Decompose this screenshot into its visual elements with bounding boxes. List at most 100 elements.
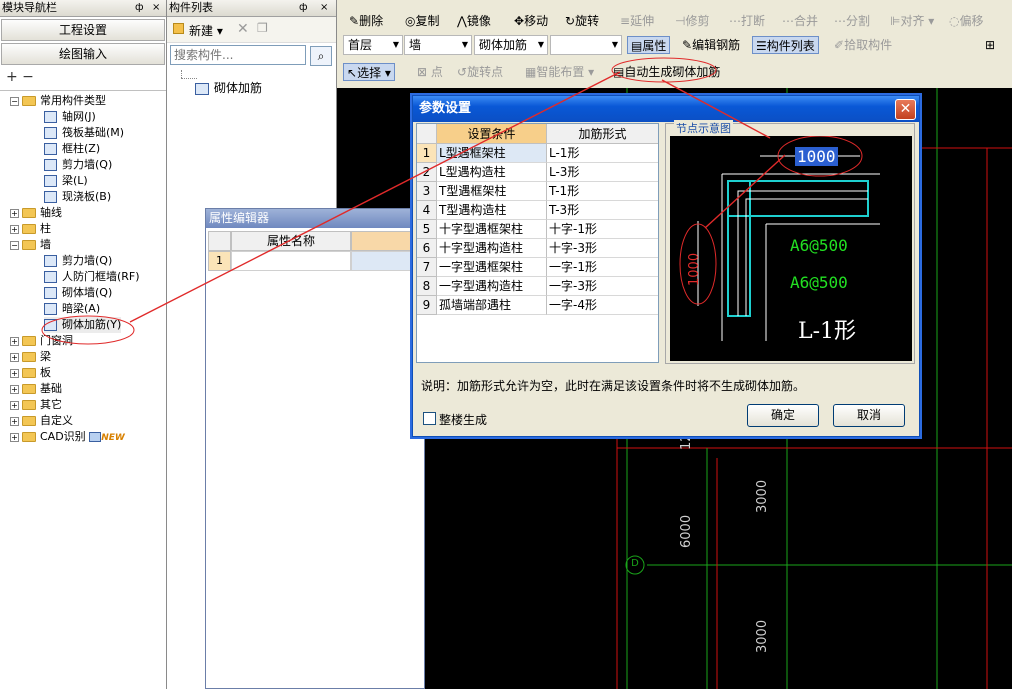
- extend-button[interactable]: ≡延伸: [620, 12, 654, 30]
- form-cell[interactable]: 一字-4形: [547, 296, 658, 315]
- condition-cell[interactable]: 十字型遇构造柱: [437, 239, 547, 258]
- tree-folder-17[interactable]: + 板: [10, 365, 51, 381]
- form-cell[interactable]: T-1形: [547, 182, 658, 201]
- settings-row[interactable]: 8 一字型遇构造柱 一字-3形: [417, 277, 658, 296]
- properties-button[interactable]: ▤属性: [627, 36, 671, 54]
- expand-icon[interactable]: +: [10, 416, 19, 426]
- condition-cell[interactable]: T型遇框架柱: [437, 182, 547, 201]
- point-button[interactable]: ⊠ 点: [417, 63, 443, 81]
- delete-button[interactable]: ✎删除: [349, 12, 383, 30]
- condition-cell[interactable]: 孤墙端部遇柱: [437, 296, 547, 315]
- form-cell[interactable]: 十字-1形: [547, 220, 658, 239]
- copy-icon[interactable]: ❐: [257, 21, 268, 35]
- settings-row[interactable]: 4 T型遇构造柱 T-3形: [417, 201, 658, 220]
- tree-item-1[interactable]: 轴网(J): [44, 109, 96, 125]
- select-button[interactable]: ↖选择 ▾: [343, 63, 395, 81]
- settings-row[interactable]: 1 L型遇框架柱 L-1形: [417, 144, 658, 163]
- tree-folder-20[interactable]: + 自定义: [10, 413, 73, 429]
- vertical-dimension[interactable]: 1000: [687, 253, 702, 286]
- component-list-item[interactable]: 砌体加筋: [195, 79, 262, 96]
- form-cell[interactable]: 一字-3形: [547, 277, 658, 296]
- tree-item-4[interactable]: 剪力墙(Q): [44, 157, 112, 173]
- copy-button[interactable]: ◎复制: [405, 12, 440, 30]
- floor-select[interactable]: 首层 ▼: [343, 35, 403, 55]
- settings-row[interactable]: 7 一字型遇框架柱 一字-1形: [417, 258, 658, 277]
- grid-icon[interactable]: ⊞: [985, 36, 995, 54]
- close-icon[interactable]: ×: [320, 0, 328, 16]
- property-value-cell[interactable]: [351, 251, 421, 271]
- tree-folder-21[interactable]: + CAD识别 NEW: [10, 429, 125, 445]
- break-button[interactable]: ⋯打断: [729, 12, 765, 30]
- mirror-button[interactable]: ⋀镜像: [457, 12, 491, 30]
- tree-item-12[interactable]: 砌体墙(Q): [44, 285, 112, 301]
- form-cell[interactable]: T-3形: [547, 201, 658, 220]
- tree-folder-7[interactable]: + 轴线: [10, 205, 62, 221]
- property-name-cell[interactable]: [231, 251, 351, 271]
- align-button[interactable]: ⊫对齐 ▾: [890, 12, 934, 30]
- whole-floor-checkbox[interactable]: [423, 412, 436, 425]
- tree-item-2[interactable]: 筏板基础(M): [44, 125, 124, 141]
- cancel-button[interactable]: 取消: [833, 404, 905, 427]
- close-icon[interactable]: ×: [152, 0, 160, 16]
- expand-icon[interactable]: +: [10, 336, 19, 346]
- extra-select[interactable]: ▼: [550, 35, 622, 55]
- form-cell[interactable]: 十字-3形: [547, 239, 658, 258]
- form-cell[interactable]: 一字-1形: [547, 258, 658, 277]
- horizontal-dimension[interactable]: 1000: [795, 147, 838, 166]
- offset-button[interactable]: ◌偏移: [949, 12, 984, 30]
- expand-icon[interactable]: +: [10, 224, 19, 234]
- component-list-button[interactable]: ☰构件列表: [752, 36, 819, 54]
- delete-icon[interactable]: ✕: [237, 21, 249, 37]
- expand-icon[interactable]: +: [10, 368, 19, 378]
- tree-folder-0[interactable]: − 常用构件类型: [10, 93, 106, 109]
- collapse-icon[interactable]: −: [10, 96, 19, 106]
- move-button[interactable]: ✥移动: [514, 12, 548, 30]
- tree-item-10[interactable]: 剪力墙(Q): [44, 253, 112, 269]
- new-button[interactable]: 新建 ▾: [189, 22, 223, 39]
- collapse-icon[interactable]: −: [10, 240, 19, 250]
- rotate-button[interactable]: ↻旋转: [565, 12, 599, 30]
- component-select[interactable]: 砌体加筋 ▼: [474, 35, 548, 55]
- settings-row[interactable]: 9 孤墙端部遇柱 一字-4形: [417, 296, 658, 315]
- settings-row[interactable]: 5 十字型遇框架柱 十字-1形: [417, 220, 658, 239]
- tree-folder-8[interactable]: + 柱: [10, 221, 51, 237]
- tree-folder-15[interactable]: + 门窗洞: [10, 333, 73, 349]
- expand-icon[interactable]: +: [10, 384, 19, 394]
- condition-cell[interactable]: L型遇构造柱: [437, 163, 547, 182]
- settings-row[interactable]: 6 十字型遇构造柱 十字-3形: [417, 239, 658, 258]
- expand-icon[interactable]: +: [10, 208, 19, 218]
- search-input[interactable]: [170, 45, 306, 65]
- settings-row[interactable]: 2 L型遇构造柱 L-3形: [417, 163, 658, 182]
- tree-expand-collapse[interactable]: + −: [0, 65, 166, 91]
- merge-button[interactable]: ⋯合并: [782, 12, 818, 30]
- expand-icon[interactable]: +: [10, 352, 19, 362]
- category-select[interactable]: 墙 ▼: [404, 35, 472, 55]
- condition-cell[interactable]: 一字型遇构造柱: [437, 277, 547, 296]
- form-cell[interactable]: L-1形: [547, 144, 658, 163]
- tree-item-13[interactable]: 暗梁(A): [44, 301, 100, 317]
- pin-icon[interactable]: ф: [299, 0, 308, 16]
- tree-item-14[interactable]: 砌体加筋(Y): [44, 317, 122, 333]
- rotate-point-button[interactable]: ↺旋转点: [457, 63, 503, 81]
- tree-item-3[interactable]: 框柱(Z): [44, 141, 100, 157]
- dialog-close-button[interactable]: ✕: [895, 99, 916, 120]
- auto-generate-masonry-rebar-button[interactable]: ▤自动生成砌体加筋: [613, 63, 720, 81]
- pin-icon[interactable]: ф: [135, 0, 144, 16]
- tree-folder-16[interactable]: + 梁: [10, 349, 51, 365]
- expand-icon[interactable]: +: [10, 432, 19, 442]
- tree-folder-9[interactable]: − 墙: [10, 237, 51, 253]
- tree-item-5[interactable]: 梁(L): [44, 173, 88, 189]
- split-button[interactable]: ⋯分割: [834, 12, 870, 30]
- search-icon[interactable]: ⌕: [310, 46, 332, 66]
- smart-layout-button[interactable]: ▦智能布置 ▾: [525, 63, 594, 81]
- tree-item-11[interactable]: 人防门框墙(RF): [44, 269, 140, 285]
- settings-row[interactable]: 3 T型遇框架柱 T-1形: [417, 182, 658, 201]
- condition-cell[interactable]: T型遇构造柱: [437, 201, 547, 220]
- trim-button[interactable]: ⊣修剪: [675, 12, 709, 30]
- condition-cell[interactable]: L型遇框架柱: [437, 144, 547, 163]
- tree-folder-19[interactable]: + 其它: [10, 397, 62, 413]
- project-settings-button[interactable]: 工程设置: [1, 19, 165, 41]
- drawing-input-button[interactable]: 绘图输入: [1, 43, 165, 65]
- ok-button[interactable]: 确定: [747, 404, 819, 427]
- tree-folder-18[interactable]: + 基础: [10, 381, 62, 397]
